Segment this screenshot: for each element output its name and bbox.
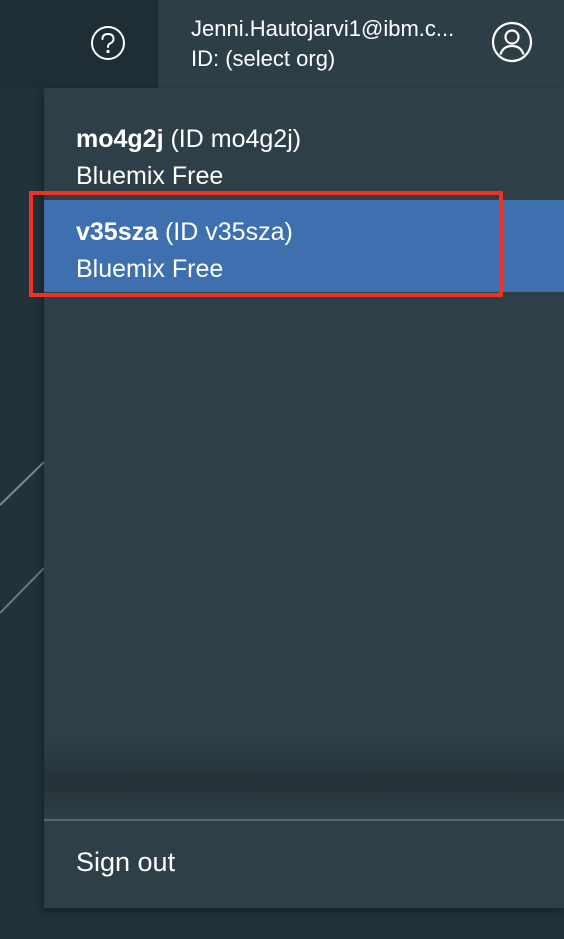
user-org-id: ID: (select org) <box>191 46 336 71</box>
org-title: mo4g2j (ID mo4g2j) <box>76 123 301 155</box>
org-id: (ID v35sza) <box>164 218 293 246</box>
org-plan: Bluemix Free <box>76 162 224 190</box>
avatar-button[interactable] <box>490 20 534 64</box>
user-info[interactable]: Jenni.Hautojarvi1@ibm.c... ID: (select o… <box>191 14 491 74</box>
org-name: v35sza <box>76 218 159 246</box>
menu-divider <box>44 819 564 821</box>
help-button[interactable] <box>90 25 126 61</box>
top-header: Jenni.Hautojarvi1@ibm.c... ID: (select o… <box>0 0 564 88</box>
org-item-v35sza[interactable]: v35sza (ID v35sza) Bluemix Free <box>44 200 564 292</box>
org-title: v35sza (ID v35sza) <box>76 216 293 248</box>
account-dropdown: mo4g2j (ID mo4g2j) Bluemix Free v35sza (… <box>44 88 564 908</box>
org-id: (ID mo4g2j) <box>170 125 302 153</box>
org-name: mo4g2j <box>76 125 164 153</box>
sign-out-link[interactable]: Sign out <box>76 844 175 880</box>
header-help-area <box>0 0 158 88</box>
org-plan: Bluemix Free <box>76 255 224 283</box>
page: Jenni.Hautojarvi1@ibm.c... ID: (select o… <box>0 0 564 939</box>
scroll-shadow <box>44 738 564 818</box>
user-email: Jenni.Hautojarvi1@ibm.c... <box>191 16 455 41</box>
user-avatar-icon <box>491 21 533 63</box>
help-circle-icon <box>91 26 125 60</box>
org-item-mo4g2j[interactable]: mo4g2j (ID mo4g2j) Bluemix Free <box>44 107 564 199</box>
